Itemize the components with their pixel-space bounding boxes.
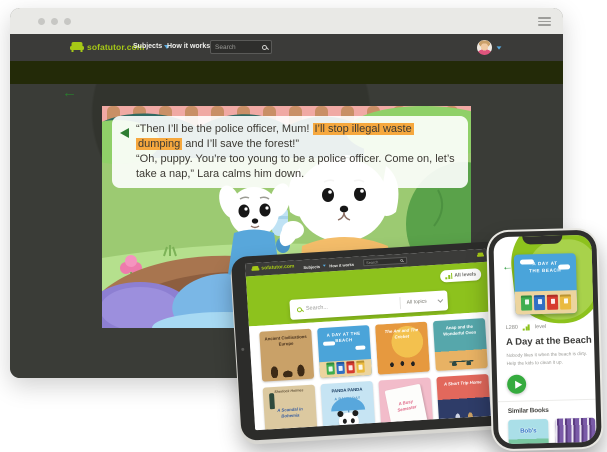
similar-books-row: Bob’s <box>508 418 596 445</box>
sofa-icon <box>251 266 259 272</box>
book-cover-ant-and-cricket[interactable]: The Ant and The Cricket <box>375 322 430 375</box>
chevron-down-icon <box>322 265 325 267</box>
sofa-icon <box>70 42 84 52</box>
window-dot-icon[interactable] <box>51 18 58 25</box>
similar-books-heading: Similar Books <box>508 407 549 415</box>
book-cover-a-short-trip-home[interactable]: A Short Trip Home <box>436 374 491 427</box>
window-dot-icon[interactable] <box>38 18 45 25</box>
cover-title: A DAY ATTHE BEACH <box>514 253 577 275</box>
story-paragraph-2: “Oh, puppy. You’re too young to be a pol… <box>136 152 458 182</box>
bin-yellow <box>356 360 365 372</box>
tablet-nav-subjects[interactable]: Subjects <box>303 263 327 269</box>
window-dot-icon[interactable] <box>64 18 71 25</box>
story-text-box: “Then I’ll be the police officer, Mum! I… <box>112 116 468 188</box>
bin-red <box>547 295 558 310</box>
similar-book-purple-trees[interactable] <box>555 418 596 445</box>
book-grid: Ancient Civilisations Europe A DAY AT TH… <box>249 312 497 431</box>
phone-book-cover[interactable]: A DAY ATTHE BEACH <box>514 253 578 315</box>
search-placeholder: Search <box>215 44 236 51</box>
level-code: L280 <box>506 325 518 331</box>
avatar-dropdown-icon[interactable] <box>497 46 502 49</box>
level-label: level <box>535 324 546 330</box>
back-arrow[interactable]: ← <box>62 84 77 101</box>
divider <box>498 399 596 403</box>
book-cover-a-day-at-the-beach[interactable]: A DAY AT THE BEACH <box>317 325 372 378</box>
page-top-band <box>10 61 563 84</box>
level-chart-icon <box>523 324 530 330</box>
bin-red <box>346 361 355 373</box>
book-cover-anap-wonderful-oven[interactable]: Anap and the Wonderful Oven <box>433 318 488 371</box>
tablet-screen: sofatutor.com Subjects How it works Sear… <box>245 249 497 430</box>
chevron-down-icon <box>438 297 444 303</box>
story-paragraph-1: “Then I’ll be the police officer, Mum! I… <box>136 122 458 152</box>
search-input[interactable]: Search <box>210 40 272 54</box>
audio-play-icon[interactable] <box>120 128 129 138</box>
similar-book-bobs[interactable]: Bob’s <box>508 419 549 444</box>
browser-chrome-bar <box>10 8 563 34</box>
book-cover-ancient-civilisations[interactable]: Ancient Civilisations Europe <box>259 329 314 382</box>
bin-yellow <box>560 294 571 309</box>
nav-subjects[interactable]: Subjects <box>133 43 170 50</box>
bin-blue <box>336 362 345 374</box>
all-topics-dropdown[interactable]: All topics <box>399 294 448 309</box>
hamburger-menu-icon[interactable] <box>538 17 551 26</box>
search-icon <box>262 45 267 50</box>
phone-back-arrow[interactable]: ← <box>502 261 513 273</box>
phone-screen: ← A DAY ATTHE BEACH L280 <box>493 235 596 444</box>
all-levels-button[interactable]: All levels <box>440 268 481 282</box>
tablet-sofatutor-logo[interactable]: sofatutor.com <box>251 264 294 273</box>
book-cover-a-busy-semester[interactable]: A Busy Semester <box>378 377 433 430</box>
user-avatar[interactable] <box>477 40 492 55</box>
tablet-search-input[interactable]: Search <box>363 257 407 267</box>
cloud <box>355 345 365 350</box>
tablet-nav-how-it-works[interactable]: How it works <box>329 261 354 267</box>
bin-green <box>326 362 335 374</box>
recycling-bins <box>515 294 577 311</box>
tablet-device: sofatutor.com Subjects How it works Sear… <box>231 241 512 441</box>
window-controls[interactable] <box>38 18 71 25</box>
phone-device: ← A DAY ATTHE BEACH L280 <box>486 228 604 452</box>
search-icon <box>400 259 403 262</box>
book-cover-panda-panda[interactable]: PANDA PANDA A RAINY DAY <box>321 381 376 430</box>
stage: sofatutor.com Subjects How it works Sear… <box>0 0 607 452</box>
site-header: sofatutor.com Subjects How it works Sear… <box>10 34 563 61</box>
book-cover-scandal-in-bohemia[interactable]: Sherlock Holmes A Scandal in Bohemia <box>263 385 318 431</box>
phone-book-title: A Day at the Beach <box>506 335 592 348</box>
play-button[interactable] <box>507 375 526 394</box>
phone-bezel: ← A DAY ATTHE BEACH L280 <box>488 230 602 450</box>
phone-book-description: Nobody likes it when the beach is dirty.… <box>506 350 596 367</box>
level-meta: L280 level <box>506 324 547 331</box>
panda <box>338 412 359 430</box>
tablet-camera-icon <box>241 347 244 350</box>
tablet-header-logo-mark <box>477 252 484 258</box>
bin-blue <box>534 295 545 310</box>
bin-green <box>521 295 532 310</box>
phone-notch <box>522 236 562 245</box>
search-icon <box>297 307 302 312</box>
nav-how-it-works[interactable]: How it works <box>167 43 210 50</box>
levels-chart-icon <box>445 273 452 279</box>
